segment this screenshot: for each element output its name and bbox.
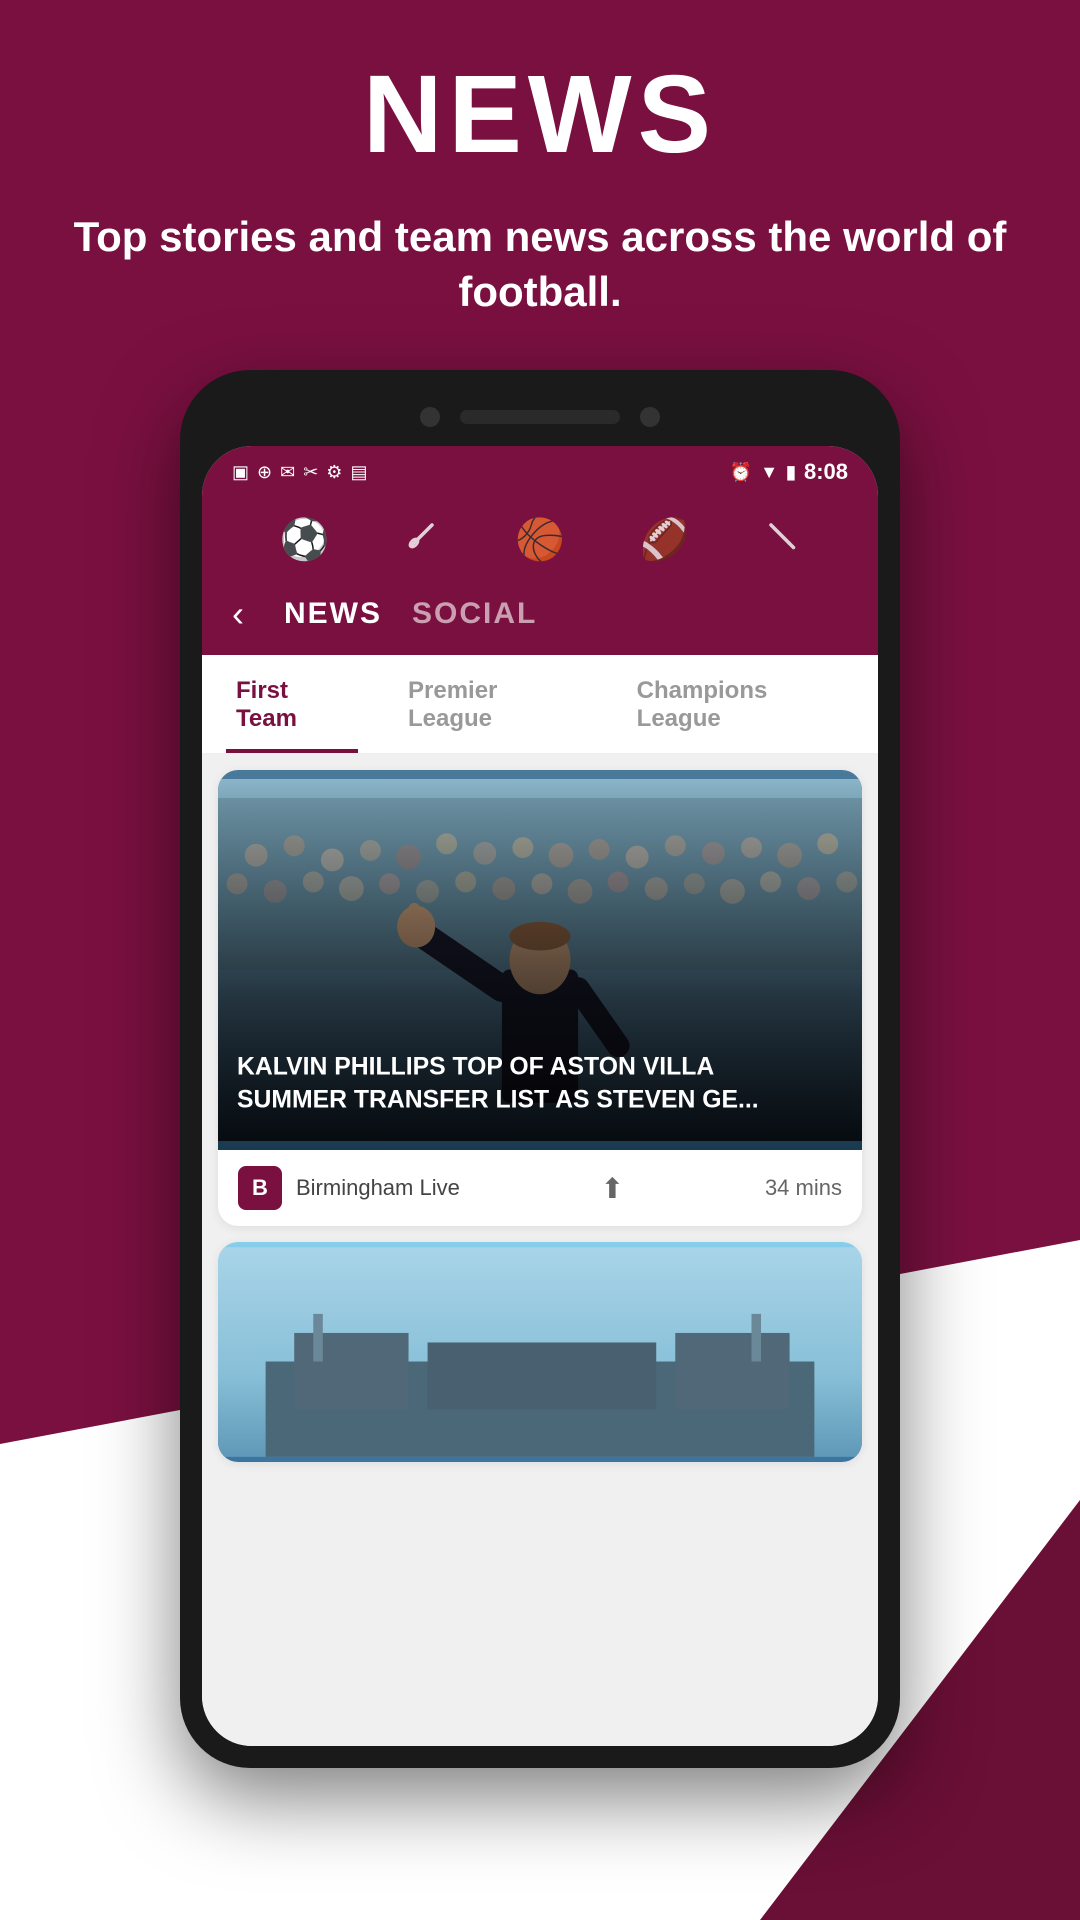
alarm-icon: ⏰ <box>730 462 752 483</box>
status-icons-left: ▣ ⊕ ✉ ✂ ⚙ ▤ <box>232 462 367 483</box>
phone-screen: ▣ ⊕ ✉ ✂ ⚙ ▤ ⏰ ▼ ▮ 8:08 ⚽ <box>202 446 878 1746</box>
status-icon-6: ▤ <box>350 462 367 483</box>
main-nav: ‹ NEWS SOCIAL <box>202 581 878 655</box>
sport-icon-cricket[interactable] <box>404 517 440 563</box>
sport-nav: ⚽ 🏀 🏈 <box>202 498 878 581</box>
tab-news[interactable]: NEWS <box>284 597 382 631</box>
sport-icon-football[interactable]: ⚽ <box>279 516 329 563</box>
tab-premier-league[interactable]: Premier League <box>398 655 587 753</box>
tab-champions-league[interactable]: Champions League <box>627 655 854 753</box>
share-button-1[interactable]: ⬆ <box>601 1172 624 1205</box>
news-card-2-image <box>218 1242 862 1462</box>
status-time: 8:08 <box>804 459 848 485</box>
page-title: NEWS <box>0 60 1080 170</box>
source-logo-1: B <box>238 1166 282 1210</box>
tab-first-team[interactable]: First Team <box>226 655 358 753</box>
news-feed: KALVIN PHILLIPS TOP OF ASTON VILLA SUMME… <box>202 754 878 1746</box>
news-card-1-footer: B Birmingham Live ⬆ 34 mins <box>218 1150 862 1226</box>
status-icon-4: ✂ <box>303 462 318 483</box>
status-icon-2: ⊕ <box>257 462 272 483</box>
page-header: NEWS Top stories and team news across th… <box>0 0 1080 319</box>
back-button[interactable]: ‹ <box>232 593 244 635</box>
content-tabs: First Team Premier League Champions Leag… <box>202 655 878 754</box>
battery-icon: ▮ <box>786 462 796 483</box>
sport-icon-hockey[interactable] <box>765 517 801 563</box>
stadium-svg <box>218 1242 862 1462</box>
phone-camera <box>420 407 440 427</box>
time-ago-1: 34 mins <box>765 1175 842 1201</box>
source-name-1: Birmingham Live <box>296 1175 460 1201</box>
news-card-1-image: KALVIN PHILLIPS TOP OF ASTON VILLA SUMME… <box>218 770 862 1150</box>
status-bar: ▣ ⊕ ✉ ✂ ⚙ ▤ ⏰ ▼ ▮ 8:08 <box>202 446 878 498</box>
phone-mockup: ▣ ⊕ ✉ ✂ ⚙ ▤ ⏰ ▼ ▮ 8:08 ⚽ <box>180 370 900 1768</box>
phone-notch <box>202 392 878 442</box>
wifi-icon: ▼ <box>760 462 778 483</box>
status-icon-5: ⚙ <box>326 462 342 483</box>
manager-scene-svg: KALVIN PHILLIPS TOP OF ASTON VILLA SUMME… <box>218 770 862 1150</box>
page-subtitle: Top stories and team news across the wor… <box>0 210 1080 319</box>
sport-icon-american-football[interactable]: 🏈 <box>640 516 690 563</box>
source-info-1: B Birmingham Live <box>238 1166 460 1210</box>
svg-text:KALVIN PHILLIPS TOP OF ASTON V: KALVIN PHILLIPS TOP OF ASTON VILLA <box>237 1053 714 1080</box>
phone-outer: ▣ ⊕ ✉ ✂ ⚙ ▤ ⏰ ▼ ▮ 8:08 ⚽ <box>180 370 900 1768</box>
phone-camera-2 <box>640 407 660 427</box>
status-icon-1: ▣ <box>232 462 249 483</box>
phone-speaker <box>460 410 620 424</box>
status-icons-right: ⏰ ▼ ▮ 8:08 <box>730 459 848 485</box>
status-icon-3: ✉ <box>280 462 295 483</box>
news-card-1[interactable]: KALVIN PHILLIPS TOP OF ASTON VILLA SUMME… <box>218 770 862 1226</box>
sport-icon-basketball[interactable]: 🏀 <box>515 516 565 563</box>
news-card-2[interactable] <box>218 1242 862 1462</box>
svg-text:SUMMER TRANSFER LIST AS STEVEN: SUMMER TRANSFER LIST AS STEVEN GE... <box>237 1087 759 1114</box>
tab-social[interactable]: SOCIAL <box>412 597 537 631</box>
